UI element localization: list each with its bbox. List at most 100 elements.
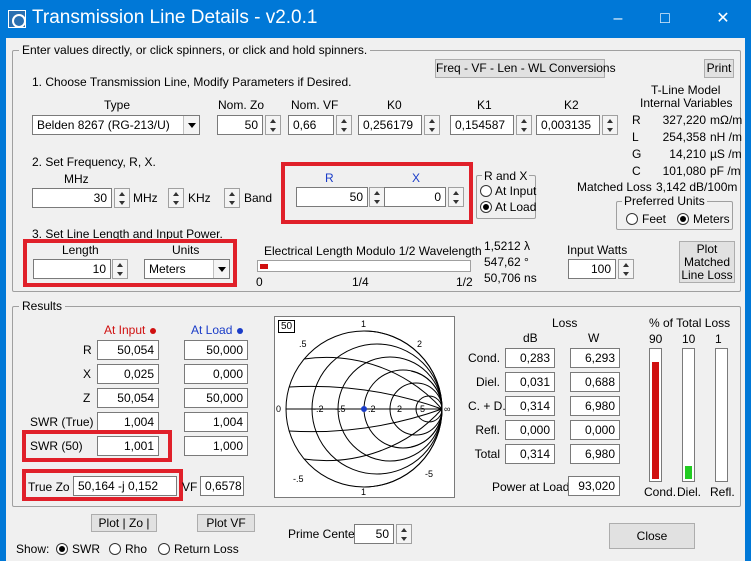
nom-vf-spinner[interactable] xyxy=(336,115,352,135)
type-label: Type xyxy=(104,98,131,112)
mhz-spinner[interactable] xyxy=(114,188,130,208)
smith-label: -.5 xyxy=(293,474,304,484)
vf-value: 0,6578 xyxy=(200,476,244,496)
loss-w-value: 0,688 xyxy=(570,372,620,392)
electrical-length-label: Electrical Length Modulo 1/2 Wavelength xyxy=(264,244,482,258)
results-input-value: 50,054 xyxy=(97,340,159,360)
maximize-button[interactable]: □ xyxy=(645,6,685,32)
units-label: Units xyxy=(172,243,200,257)
frequency-input[interactable]: 30 xyxy=(32,188,112,208)
close-button[interactable]: Close xyxy=(609,523,695,549)
chevron-down-icon[interactable] xyxy=(213,260,229,278)
mhz-header: MHz xyxy=(64,172,89,186)
loss-row-label: Total xyxy=(474,447,500,461)
k0-spinner[interactable] xyxy=(424,115,440,135)
at-input-radio[interactable] xyxy=(480,185,492,197)
show-return-loss-radio[interactable] xyxy=(158,543,170,555)
power-at-load-value: 93,020 xyxy=(568,476,620,496)
app-window: Transmission Line Details - v2.0.1 – □ ✕… xyxy=(0,0,751,561)
prime-center-input[interactable]: 50 xyxy=(354,524,394,544)
tmodel-unit: pF /m xyxy=(710,164,741,178)
client-area: Enter values directly, or click spinners… xyxy=(6,38,745,561)
tmodel-title: T-Line Model xyxy=(651,83,721,97)
results-row-label: R xyxy=(83,343,92,357)
tmodel-key: G xyxy=(632,147,642,161)
chevron-down-icon[interactable] xyxy=(183,116,199,134)
tmodel-value: 14,210 xyxy=(669,147,706,161)
meters-label: Meters xyxy=(693,212,730,226)
total-loss-scale-90: 90 xyxy=(649,332,663,346)
close-window-button[interactable]: ✕ xyxy=(703,6,743,32)
smith-ref-label: 50 xyxy=(278,320,296,333)
length-input[interactable]: 10 xyxy=(33,259,111,279)
results-input-value: 50,054 xyxy=(97,388,159,408)
nom-zo-spinner[interactable] xyxy=(265,115,281,135)
total-loss-bar xyxy=(682,348,695,482)
khz-label: KHz xyxy=(188,191,211,205)
k2-label: K2 xyxy=(564,98,579,112)
nom-zo-label: Nom. Zo xyxy=(218,98,265,112)
x-spinner[interactable] xyxy=(448,187,464,207)
tmodel-value: 254,358 xyxy=(662,130,706,144)
conversions-button[interactable]: Freq - VF - Len - WL Conversions xyxy=(435,59,616,78)
at-load-radio[interactable] xyxy=(480,201,492,213)
show-rho-radio[interactable] xyxy=(109,543,121,555)
k1-spinner[interactable] xyxy=(516,115,532,135)
feet-radio[interactable] xyxy=(626,213,638,225)
total-loss-bar xyxy=(649,348,662,482)
input-watts-input[interactable]: 100 xyxy=(568,259,616,279)
feet-label: Feet xyxy=(642,212,667,226)
nom-zo-input[interactable]: 50 xyxy=(217,115,263,135)
k0-input[interactable]: 0,256179 xyxy=(358,115,422,135)
meters-radio[interactable] xyxy=(677,213,689,225)
total-loss-scale-1: 1 xyxy=(715,332,722,346)
tmodel-unit: µS /m xyxy=(710,147,742,161)
print-button[interactable]: Print xyxy=(704,59,734,78)
show-swr-label: SWR xyxy=(72,542,100,556)
show-swr-radio[interactable] xyxy=(56,543,68,555)
khz-spinner[interactable] xyxy=(168,188,184,208)
input-watts-label: Input Watts xyxy=(567,243,628,257)
app-icon xyxy=(8,10,26,28)
results-input-value: 1,004 xyxy=(97,412,159,432)
loss-w-header: W xyxy=(588,331,600,345)
line-type-select[interactable]: Belden 8267 (RG-213/U) xyxy=(32,115,200,135)
scale-quarter: 1/4 xyxy=(352,275,369,289)
section1-label: 1. Choose Transmission Line, Modify Para… xyxy=(32,75,352,89)
input-watts-spinner[interactable] xyxy=(618,259,634,279)
length-spinner[interactable] xyxy=(112,259,128,279)
x-input[interactable]: 0 xyxy=(384,187,446,207)
prime-center-spinner[interactable] xyxy=(396,524,412,544)
loss-db-value: 0,000 xyxy=(505,420,555,440)
total-loss-scale-10: 10 xyxy=(682,332,696,346)
k2-spinner[interactable] xyxy=(602,115,618,135)
show-rho-label: Rho xyxy=(125,542,148,556)
loss-w-value: 6,980 xyxy=(570,444,620,464)
plot-zo-button[interactable]: Plot | Zo | xyxy=(91,514,157,532)
r-spinner[interactable] xyxy=(369,187,385,207)
results-load-value: 50,000 xyxy=(184,388,248,408)
k1-input[interactable]: 0,154587 xyxy=(450,115,514,135)
loss-db-value: 0,283 xyxy=(505,348,555,368)
smith-chart-svg: 1 .5 2 0 -.2 -.5 .2 2 5 ∞ -.5 1 -5 xyxy=(276,319,450,497)
k2-input[interactable]: 0,003135 xyxy=(536,115,600,135)
true-zo-value: 50,164 -j 0,152 xyxy=(73,476,177,496)
smith-label: 2 xyxy=(417,339,422,349)
smith-label: -.5 xyxy=(335,404,346,414)
total-loss-title: % of Total Loss xyxy=(649,316,731,330)
minimize-button[interactable]: – xyxy=(598,6,638,32)
tmodel-key: C xyxy=(632,164,641,178)
results-title: Results xyxy=(19,299,66,313)
band-spinner[interactable] xyxy=(224,188,240,208)
plot-vf-button[interactable]: Plot VF xyxy=(197,514,255,532)
nom-vf-input[interactable]: 0,66 xyxy=(288,115,334,135)
at-input-header-text: At Input xyxy=(104,323,146,337)
loss-db-value: 0,314 xyxy=(505,396,555,416)
r-input[interactable]: 50 xyxy=(296,187,368,207)
units-select[interactable]: Meters xyxy=(144,259,230,279)
preferred-units-title: Preferred Units xyxy=(622,194,707,208)
loss-db-value: 0,031 xyxy=(505,372,555,392)
plot-matched-loss-button[interactable]: Plot Matched Line Loss xyxy=(679,241,735,283)
smith-label: .5 xyxy=(299,339,307,349)
matched-loss-value: 3,142 dB/100m xyxy=(656,180,738,194)
